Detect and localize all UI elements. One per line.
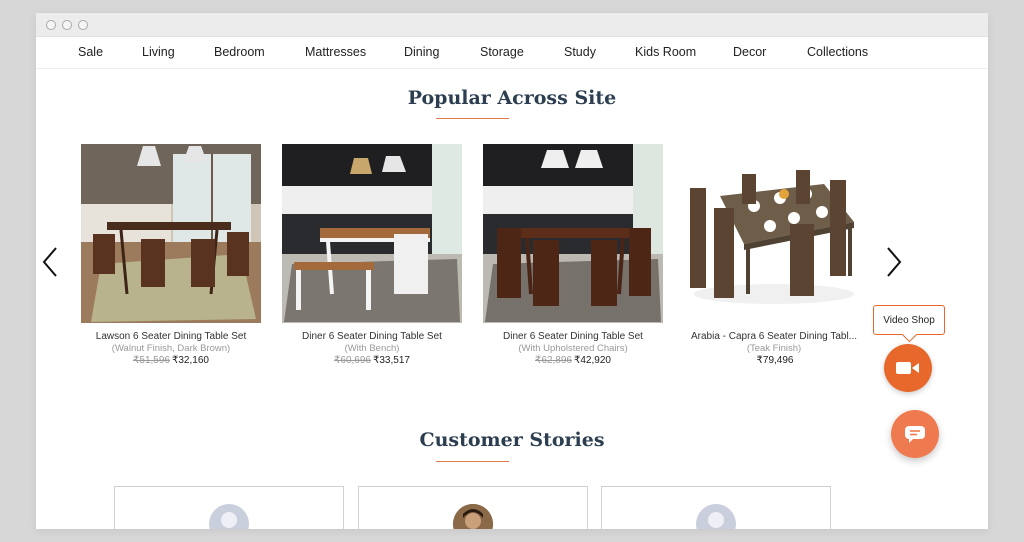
product-mrp: ₹51,596 — [133, 355, 170, 366]
nav-study[interactable]: Study — [564, 45, 596, 59]
carousel-next-button[interactable] — [884, 245, 904, 279]
product-price-row: ₹62,896 ₹42,920 — [483, 355, 663, 366]
stories-title-underline — [436, 461, 509, 462]
window-minimize-dot[interactable] — [62, 19, 72, 30]
product-variant: (Walnut Finish, Dark Brown) — [111, 343, 231, 354]
video-shop-button[interactable] — [884, 344, 932, 392]
product-mrp: ₹62,896 — [535, 355, 572, 366]
story-card[interactable] — [114, 486, 344, 529]
avatar — [453, 504, 493, 529]
product-name[interactable]: Diner 6 Seater Dining Table Set — [483, 331, 663, 342]
product-variant: (With Upholstered Chairs) — [518, 343, 628, 354]
product-price-row: ₹51,596 ₹32,160 — [81, 355, 261, 366]
video-shop-tooltip[interactable]: Video Shop — [873, 305, 945, 335]
nav-decor[interactable]: Decor — [733, 45, 766, 59]
product-image[interactable] — [282, 144, 462, 323]
product-image[interactable] — [81, 144, 261, 323]
popular-section-title: Popular Across Site — [407, 87, 617, 109]
video-camera-icon — [896, 362, 919, 374]
product-price: ₹42,920 — [574, 355, 611, 366]
window-titlebar — [36, 13, 988, 37]
stories-section-title: Customer Stories — [419, 429, 605, 451]
product-card[interactable]: Arabia - Capra 6 Seater Dining Tabl... (… — [684, 144, 864, 366]
popular-title-underline — [436, 118, 509, 119]
product-variant: (With Bench) — [344, 343, 400, 354]
window-maximize-dot[interactable] — [78, 19, 88, 30]
nav-bedroom[interactable]: Bedroom — [214, 45, 265, 59]
chat-button[interactable] — [891, 410, 939, 458]
chevron-right-icon — [887, 247, 902, 277]
browser-window: Sale Living Bedroom Mattresses Dining St… — [36, 13, 988, 529]
carousel-prev-button[interactable] — [40, 245, 60, 279]
nav-collections[interactable]: Collections — [807, 45, 868, 59]
chat-icon — [905, 426, 925, 443]
product-mrp: ₹60,696 — [334, 355, 371, 366]
nav-sale[interactable]: Sale — [78, 45, 103, 59]
avatar-placeholder-icon — [696, 504, 736, 529]
avatar-placeholder-icon — [209, 504, 249, 529]
product-variant: (Teak Finish) — [746, 343, 802, 354]
product-name[interactable]: Diner 6 Seater Dining Table Set — [282, 331, 462, 342]
product-price: ₹33,517 — [373, 355, 410, 366]
product-price: ₹79,496 — [756, 355, 794, 366]
category-nav: Sale Living Bedroom Mattresses Dining St… — [36, 37, 988, 69]
nav-dining[interactable]: Dining — [404, 45, 439, 59]
nav-storage[interactable]: Storage — [480, 45, 524, 59]
product-name[interactable]: Lawson 6 Seater Dining Table Set — [81, 331, 261, 342]
product-price: ₹32,160 — [172, 355, 209, 366]
product-image[interactable] — [684, 144, 864, 323]
story-card[interactable] — [601, 486, 831, 529]
product-image[interactable] — [483, 144, 663, 323]
story-card[interactable] — [358, 486, 588, 529]
nav-kids-room[interactable]: Kids Room — [635, 45, 696, 59]
product-card[interactable]: Lawson 6 Seater Dining Table Set (Walnut… — [81, 144, 261, 366]
product-card[interactable]: Diner 6 Seater Dining Table Set (With Be… — [282, 144, 462, 366]
window-close-dot[interactable] — [46, 19, 56, 30]
product-card[interactable]: Diner 6 Seater Dining Table Set (With Up… — [483, 144, 663, 366]
product-name[interactable]: Arabia - Capra 6 Seater Dining Tabl... — [684, 331, 864, 342]
nav-living[interactable]: Living — [142, 45, 175, 59]
product-price-row: ₹79,496 — [684, 355, 864, 366]
nav-mattresses[interactable]: Mattresses — [305, 45, 366, 59]
product-price-row: ₹60,696 ₹33,517 — [282, 355, 462, 366]
chevron-left-icon — [42, 247, 57, 277]
